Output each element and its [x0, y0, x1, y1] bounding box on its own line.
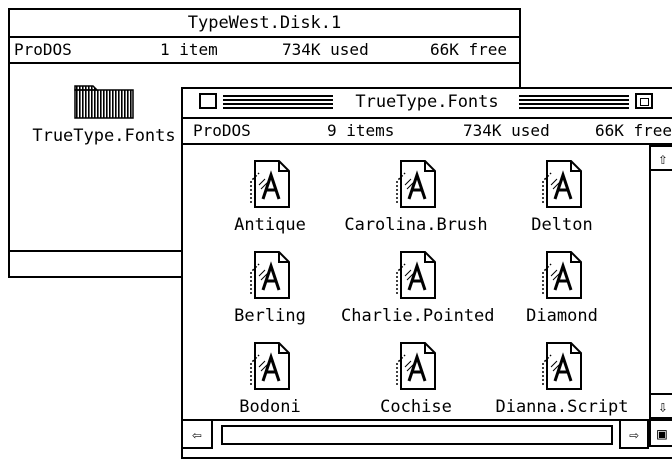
font-file-item[interactable]: Diamond	[487, 250, 637, 326]
truetype-font-file-icon	[396, 342, 436, 390]
font-file-label: Antique	[234, 215, 306, 235]
fonts-window[interactable]: TrueType.Fonts ProDOS 9 items 734K used …	[181, 87, 672, 459]
font-file-item[interactable]: Antique	[195, 159, 345, 235]
titlebar-stripes-right	[519, 95, 629, 109]
font-file-label: Delton	[531, 215, 593, 235]
font-file-label: Berling	[234, 306, 306, 326]
horizontal-scroll-track[interactable]	[221, 425, 613, 445]
fonts-used: 734K used	[463, 121, 550, 140]
font-file-label: Carolina.Brush	[344, 215, 488, 235]
arrow-right-icon[interactable]: ⇨	[619, 421, 649, 449]
folder-truetype-fonts[interactable]: TrueType.Fonts	[24, 82, 184, 146]
arrow-down-icon[interactable]: ⇩	[651, 393, 672, 419]
folder-icon	[74, 85, 134, 119]
truetype-font-file-icon	[250, 251, 290, 299]
disk-format: ProDOS	[14, 40, 72, 59]
vertical-scrollbar[interactable]: ⇧ ⇩	[649, 145, 672, 419]
truetype-font-file-icon	[250, 160, 290, 208]
disk-item-count: 1 item	[160, 40, 218, 59]
font-file-label: Cochise	[380, 397, 452, 417]
disk-window-title: TypeWest.Disk.1	[187, 13, 342, 33]
font-file-item[interactable]: Cochise	[341, 341, 491, 417]
font-file-item[interactable]: Berling	[195, 250, 345, 326]
disk-used: 734K used	[282, 40, 369, 59]
truetype-font-file-icon	[250, 342, 290, 390]
titlebar-stripes-left	[223, 95, 333, 109]
truetype-font-file-icon	[542, 342, 582, 390]
close-box-icon[interactable]	[199, 93, 217, 109]
truetype-font-file-icon	[542, 160, 582, 208]
arrow-up-icon[interactable]: ⇧	[651, 145, 672, 171]
font-file-label: Dianna.Script	[495, 397, 629, 417]
disk-free: 66K free	[430, 40, 508, 59]
arrow-left-icon[interactable]: ⇦	[183, 421, 213, 449]
truetype-font-file-icon	[542, 251, 582, 299]
font-file-label: Diamond	[526, 306, 598, 326]
truetype-font-file-icon	[396, 251, 436, 299]
fonts-free: 66K free	[595, 121, 672, 140]
horizontal-scrollbar[interactable]: ⇦ ⇨	[183, 419, 649, 461]
font-file-label: Bodoni	[239, 397, 301, 417]
fonts-content-area: Antique Carolina.Brush Delton Berling Charli…	[183, 145, 649, 419]
font-file-item[interactable]: Bodoni	[195, 341, 345, 417]
fonts-item-count: 9 items	[327, 121, 395, 140]
disk-window-infobar: ProDOS 1 item 734K used 66K free	[10, 38, 519, 64]
font-file-label: Charlie.Pointed	[341, 306, 495, 326]
fonts-window-title: TrueType.Fonts	[355, 92, 499, 112]
truetype-font-file-icon	[396, 160, 436, 208]
fonts-window-titlebar[interactable]: TrueType.Fonts	[183, 89, 672, 119]
font-file-item[interactable]: Carolina.Brush	[341, 159, 491, 235]
zoom-box-icon[interactable]	[635, 93, 653, 109]
font-file-item[interactable]: Delton	[487, 159, 637, 235]
size-box-icon[interactable]: ▣	[649, 419, 672, 447]
font-file-item[interactable]: Charlie.Pointed	[341, 250, 495, 326]
font-file-item[interactable]: Dianna.Script	[487, 341, 637, 417]
fonts-format: ProDOS	[193, 121, 251, 140]
fonts-window-infobar: ProDOS 9 items 734K used 66K free	[183, 119, 672, 145]
folder-label: TrueType.Fonts	[32, 126, 176, 146]
disk-window-titlebar[interactable]: TypeWest.Disk.1	[10, 10, 519, 38]
